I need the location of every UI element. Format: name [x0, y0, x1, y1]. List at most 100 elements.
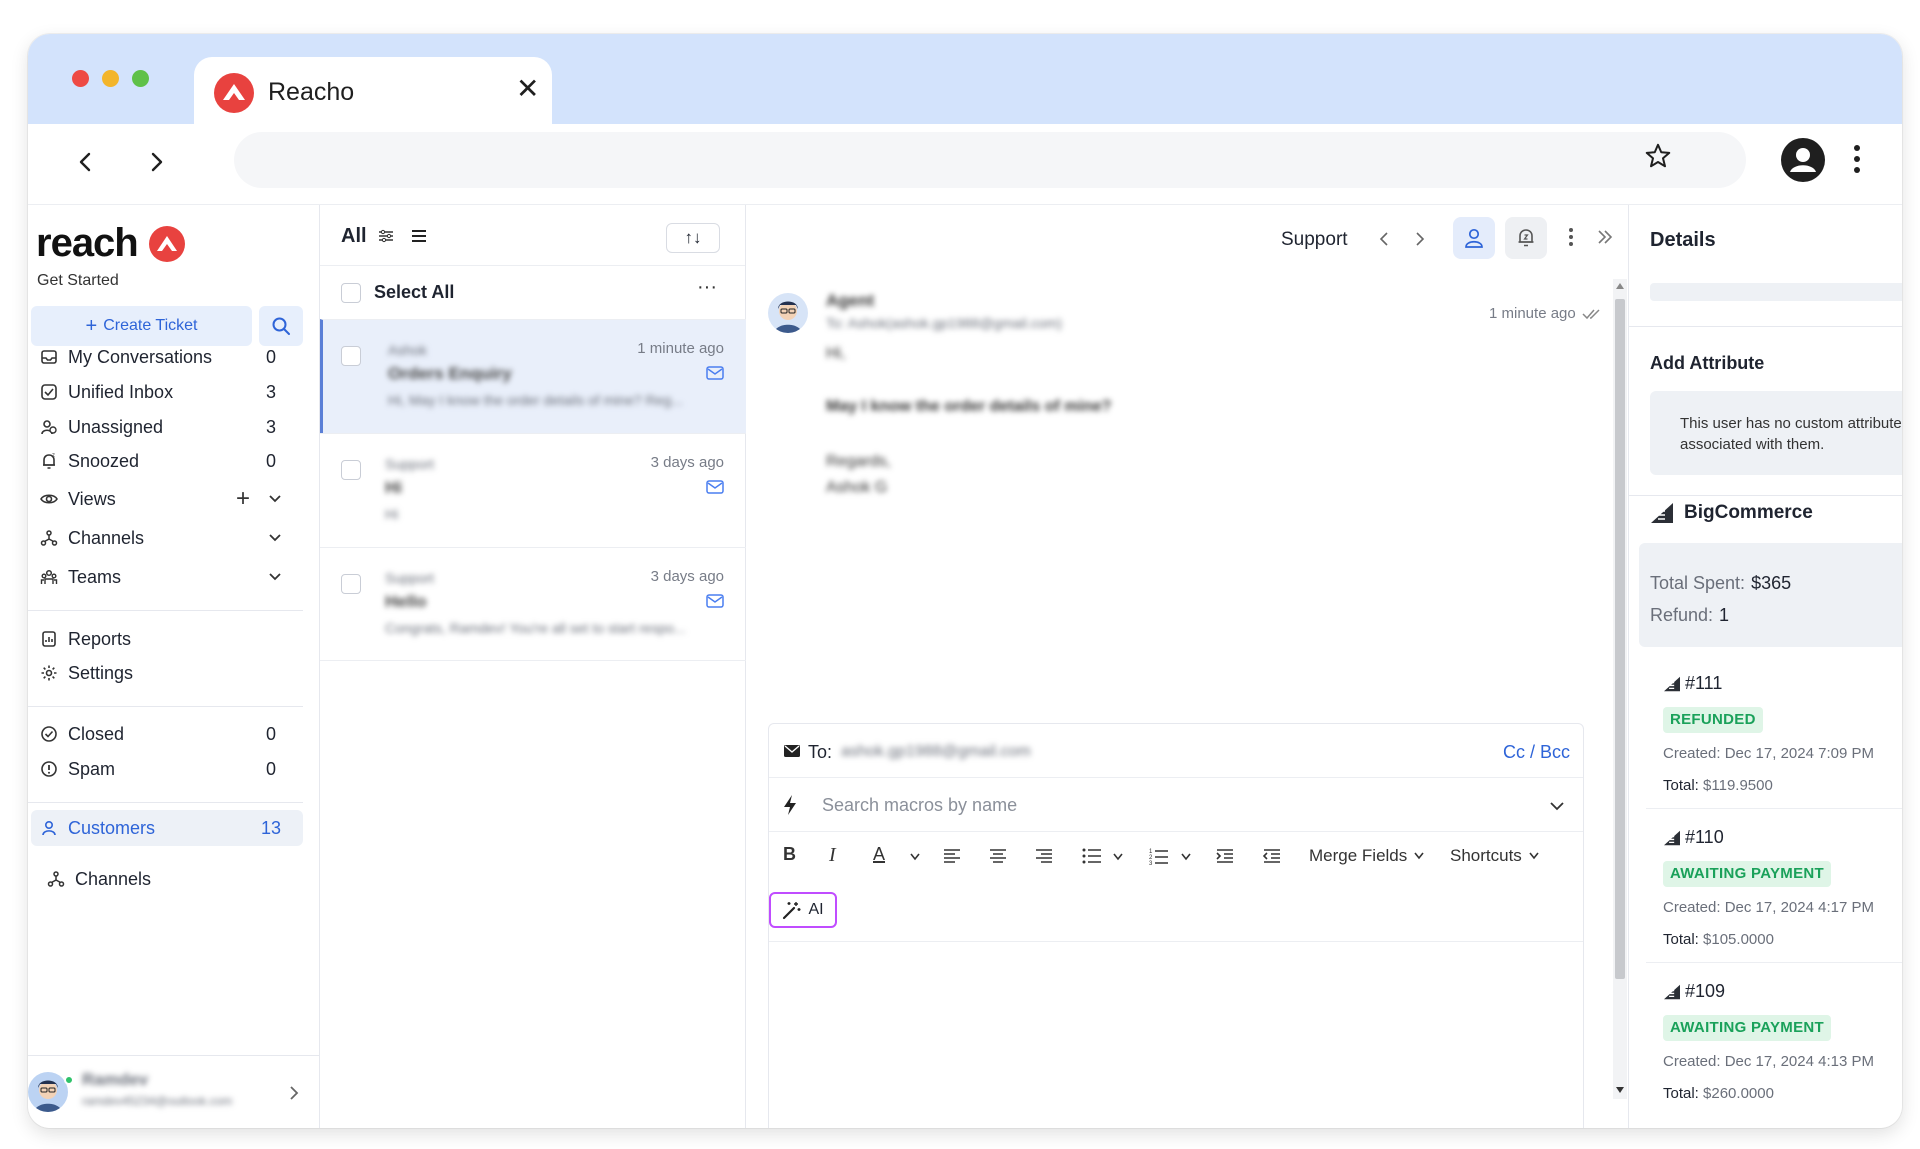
nav-my-conversations[interactable]: My Conversations 0: [38, 339, 298, 375]
align-right-icon[interactable]: [1035, 848, 1053, 864]
bigcommerce-icon: [1664, 676, 1680, 691]
browser-toolbar: [28, 124, 1902, 204]
list-view-icon[interactable]: [411, 228, 427, 244]
chevron-down-icon[interactable]: [1112, 852, 1124, 862]
chevron-down-icon[interactable]: [909, 852, 921, 862]
chevron-right-icon[interactable]: [288, 1086, 300, 1100]
italic-icon[interactable]: I: [829, 844, 836, 867]
nav-customers[interactable]: Customers 13: [31, 810, 303, 846]
nav-reports[interactable]: Reports: [38, 621, 298, 657]
conversation-checkbox[interactable]: [341, 574, 361, 594]
outdent-icon[interactable]: [1263, 848, 1281, 864]
reply-editor[interactable]: [769, 942, 1583, 1128]
back-arrow-icon[interactable]: [66, 142, 106, 182]
conversation-subject: Orders Enquiry: [388, 364, 512, 383]
shortcuts-dropdown[interactable]: Shortcuts: [1450, 846, 1540, 866]
nav-views[interactable]: Views +: [38, 481, 298, 517]
window-maximize-dot[interactable]: [132, 70, 149, 87]
nav-spam[interactable]: Spam 0: [38, 751, 298, 787]
align-left-icon[interactable]: [943, 848, 961, 864]
nav-settings[interactable]: Settings: [38, 655, 298, 691]
bookmark-star-icon[interactable]: [1643, 141, 1673, 171]
message-line: Ashok G: [826, 479, 888, 496]
order-created-value: Dec 17, 2024 4:13 PM: [1724, 1053, 1874, 1070]
add-view-icon[interactable]: +: [236, 487, 250, 511]
order-card[interactable]: #111 REFUNDED Created: Dec 17, 2024 7:09…: [1646, 655, 1902, 809]
collapse-panel-icon[interactable]: [1596, 228, 1614, 246]
chevron-down-icon[interactable]: [1549, 800, 1565, 812]
bullet-list-icon[interactable]: [1082, 848, 1102, 864]
filter-sliders-icon[interactable]: [378, 229, 394, 243]
nav-unassigned[interactable]: Unassigned 3: [38, 409, 298, 445]
conversation-preview: Congrats, Ramdev! You're all set to star…: [385, 620, 686, 636]
scroll-down-icon[interactable]: [1616, 1087, 1624, 1093]
order-card[interactable]: #109 AWAITING PAYMENT Created: Dec 17, 2…: [1646, 963, 1902, 1117]
teams-icon: [38, 566, 60, 588]
merge-fields-dropdown[interactable]: Merge Fields: [1309, 846, 1425, 866]
select-all-checkbox[interactable]: [341, 283, 361, 303]
conversation-checkbox[interactable]: [341, 346, 361, 366]
chevron-down-icon: [1529, 852, 1539, 860]
views-eye-icon: [38, 488, 60, 510]
conversation-time: 1 minute ago: [637, 340, 724, 357]
user-icon: [1465, 228, 1483, 248]
conversation-item[interactable]: 3 days ago Support Hello Congrats, Ramde…: [320, 547, 746, 661]
conversation-item[interactable]: 3 days ago Support Hi Hi: [320, 433, 746, 547]
profile-icon[interactable]: [1781, 138, 1825, 182]
numbered-list-icon[interactable]: 123: [1149, 847, 1169, 865]
text-color-icon[interactable]: A: [873, 844, 885, 865]
more-vertical-icon[interactable]: [1568, 227, 1574, 247]
nav-label: Channels: [75, 868, 152, 889]
cc-bcc-link[interactable]: Cc / Bcc: [1503, 742, 1570, 763]
browser-menu-icon[interactable]: [1852, 142, 1862, 176]
window-minimize-dot[interactable]: [102, 70, 119, 87]
conversation-time: 3 days ago: [650, 568, 724, 585]
total-spent-label: Total Spent:: [1650, 573, 1746, 593]
add-attribute-heading[interactable]: Add Attribute: [1650, 353, 1764, 374]
message-scrollbar[interactable]: [1613, 279, 1627, 1099]
chevron-down-icon[interactable]: [1180, 852, 1192, 862]
chevron-down-icon[interactable]: [268, 528, 282, 549]
window-close-dot[interactable]: [72, 70, 89, 87]
address-bar[interactable]: [234, 132, 1746, 188]
conversation-checkbox[interactable]: [341, 460, 361, 480]
conversation-item[interactable]: 1 minute ago Ashok Orders Enquiry Hi, Ma…: [320, 319, 746, 433]
snooze-button[interactable]: [1505, 217, 1547, 259]
assign-agent-button[interactable]: [1453, 217, 1495, 259]
attributes-empty-text: associated with them.: [1680, 436, 1825, 453]
chevron-down-icon[interactable]: [268, 489, 282, 510]
nav-teams[interactable]: Teams: [38, 559, 298, 595]
sort-button[interactable]: ↑↓: [666, 223, 720, 253]
nav-snoozed[interactable]: z Snoozed 0: [38, 443, 298, 479]
chevron-down-icon[interactable]: [268, 567, 282, 588]
chevron-left-icon[interactable]: [1378, 231, 1390, 247]
nav-channels[interactable]: Channels: [38, 520, 298, 556]
current-user[interactable]: Ramdev ramdev45234@outlook.com: [28, 1055, 320, 1128]
tab-close-icon[interactable]: ✕: [516, 75, 539, 103]
browser-tab[interactable]: Reacho ✕: [194, 57, 552, 124]
ai-assist-button[interactable]: AI: [769, 892, 837, 928]
to-recipient[interactable]: ashok.gp1988@gmail.com: [841, 743, 1031, 761]
scroll-up-icon[interactable]: [1616, 283, 1624, 289]
indent-icon[interactable]: [1216, 848, 1234, 864]
align-center-icon[interactable]: [989, 848, 1007, 864]
nav-closed[interactable]: Closed 0: [38, 716, 298, 752]
more-options-icon[interactable]: ···: [697, 276, 717, 299]
bold-icon[interactable]: B: [783, 844, 796, 865]
order-number-label: #110: [1685, 827, 1724, 847]
macro-search-input[interactable]: Search macros by name: [822, 795, 1017, 816]
details-panel: Details Add Attribute This user has no c…: [1628, 205, 1902, 1128]
conversation-time: 3 days ago: [650, 454, 724, 471]
forward-arrow-icon[interactable]: [136, 142, 176, 182]
order-total-value: $105.0000: [1703, 931, 1774, 948]
order-card[interactable]: #110 AWAITING PAYMENT Created: Dec 17, 2…: [1646, 809, 1902, 963]
bigcommerce-header[interactable]: BigCommerce: [1650, 502, 1813, 524]
scrollbar-thumb[interactable]: [1615, 299, 1625, 979]
nav-unified-inbox[interactable]: Unified Inbox 3: [38, 374, 298, 410]
filter-label[interactable]: All: [341, 225, 367, 248]
nav-channels-bottom[interactable]: Channels: [45, 861, 305, 897]
bigcommerce-icon: [1651, 503, 1673, 523]
chevron-right-icon[interactable]: [1414, 231, 1426, 247]
custom-attributes-empty: This user has no custom attributes assoc…: [1650, 391, 1902, 475]
get-started-link[interactable]: Get Started: [37, 272, 119, 290]
